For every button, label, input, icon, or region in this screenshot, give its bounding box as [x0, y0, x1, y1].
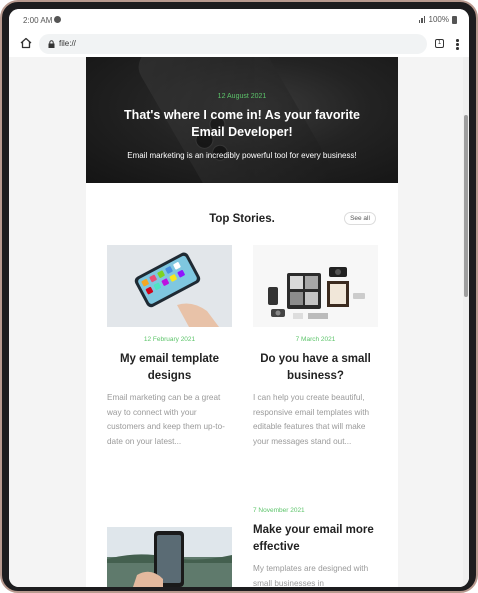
- hero-date: 12 August 2021: [217, 93, 267, 100]
- screen: 2:00 AM 100% file:// 1 12 August 2021 Th…: [9, 9, 469, 587]
- story-title[interactable]: Make your email more effective: [253, 522, 383, 556]
- story-date: 12 February 2021: [143, 336, 196, 343]
- status-time: 2:00 AM: [23, 16, 53, 25]
- device-frame: 2:00 AM 100% file:// 1 12 August 2021 Th…: [0, 0, 478, 593]
- story-excerpt: I can help you create beautiful, respons…: [253, 393, 370, 446]
- battery-percent: 100%: [428, 15, 449, 24]
- story-excerpt: Email marketing can be a great way to co…: [107, 393, 225, 446]
- story-excerpt: My templates are designed with small bus…: [253, 564, 369, 587]
- scrollbar-thumb[interactable]: [464, 115, 468, 297]
- story-image-desk-items[interactable]: [253, 245, 378, 327]
- signal-icon: [418, 16, 426, 23]
- hero-title: That's where I come in! As your favorite…: [124, 108, 360, 139]
- scrollbar[interactable]: [463, 57, 469, 587]
- story-date: 7 November 2021: [253, 507, 305, 514]
- see-all-button[interactable]: See all: [344, 212, 376, 225]
- tab-switcher-button[interactable]: 1: [435, 39, 444, 48]
- lock-icon: [48, 40, 55, 48]
- status-right: 100%: [418, 15, 457, 24]
- notification-icon: [54, 16, 61, 23]
- home-icon[interactable]: [20, 37, 32, 49]
- status-bar: 2:00 AM 100%: [9, 9, 469, 31]
- browser-toolbar: file:// 1: [9, 31, 469, 57]
- story-title[interactable]: My email template designs: [107, 351, 232, 385]
- url-text[interactable]: file://: [59, 39, 76, 48]
- hero-subtitle: Email marketing is an incredibly powerfu…: [127, 151, 357, 160]
- story-image-phone-apps[interactable]: [107, 245, 232, 327]
- story-date: 7 March 2021: [295, 336, 336, 343]
- hero-banner: 12 August 2021 That's where I come in! A…: [86, 57, 398, 183]
- story-title[interactable]: Do you have a small business?: [253, 351, 378, 385]
- page-viewport[interactable]: 12 August 2021 That's where I come in! A…: [9, 57, 469, 587]
- email-template-card: 12 August 2021 That's where I come in! A…: [86, 57, 398, 587]
- browser-menu-icon[interactable]: [456, 39, 459, 50]
- story-image-hand-phone[interactable]: [107, 527, 232, 587]
- address-bar[interactable]: file://: [39, 34, 427, 54]
- battery-icon: [452, 15, 457, 24]
